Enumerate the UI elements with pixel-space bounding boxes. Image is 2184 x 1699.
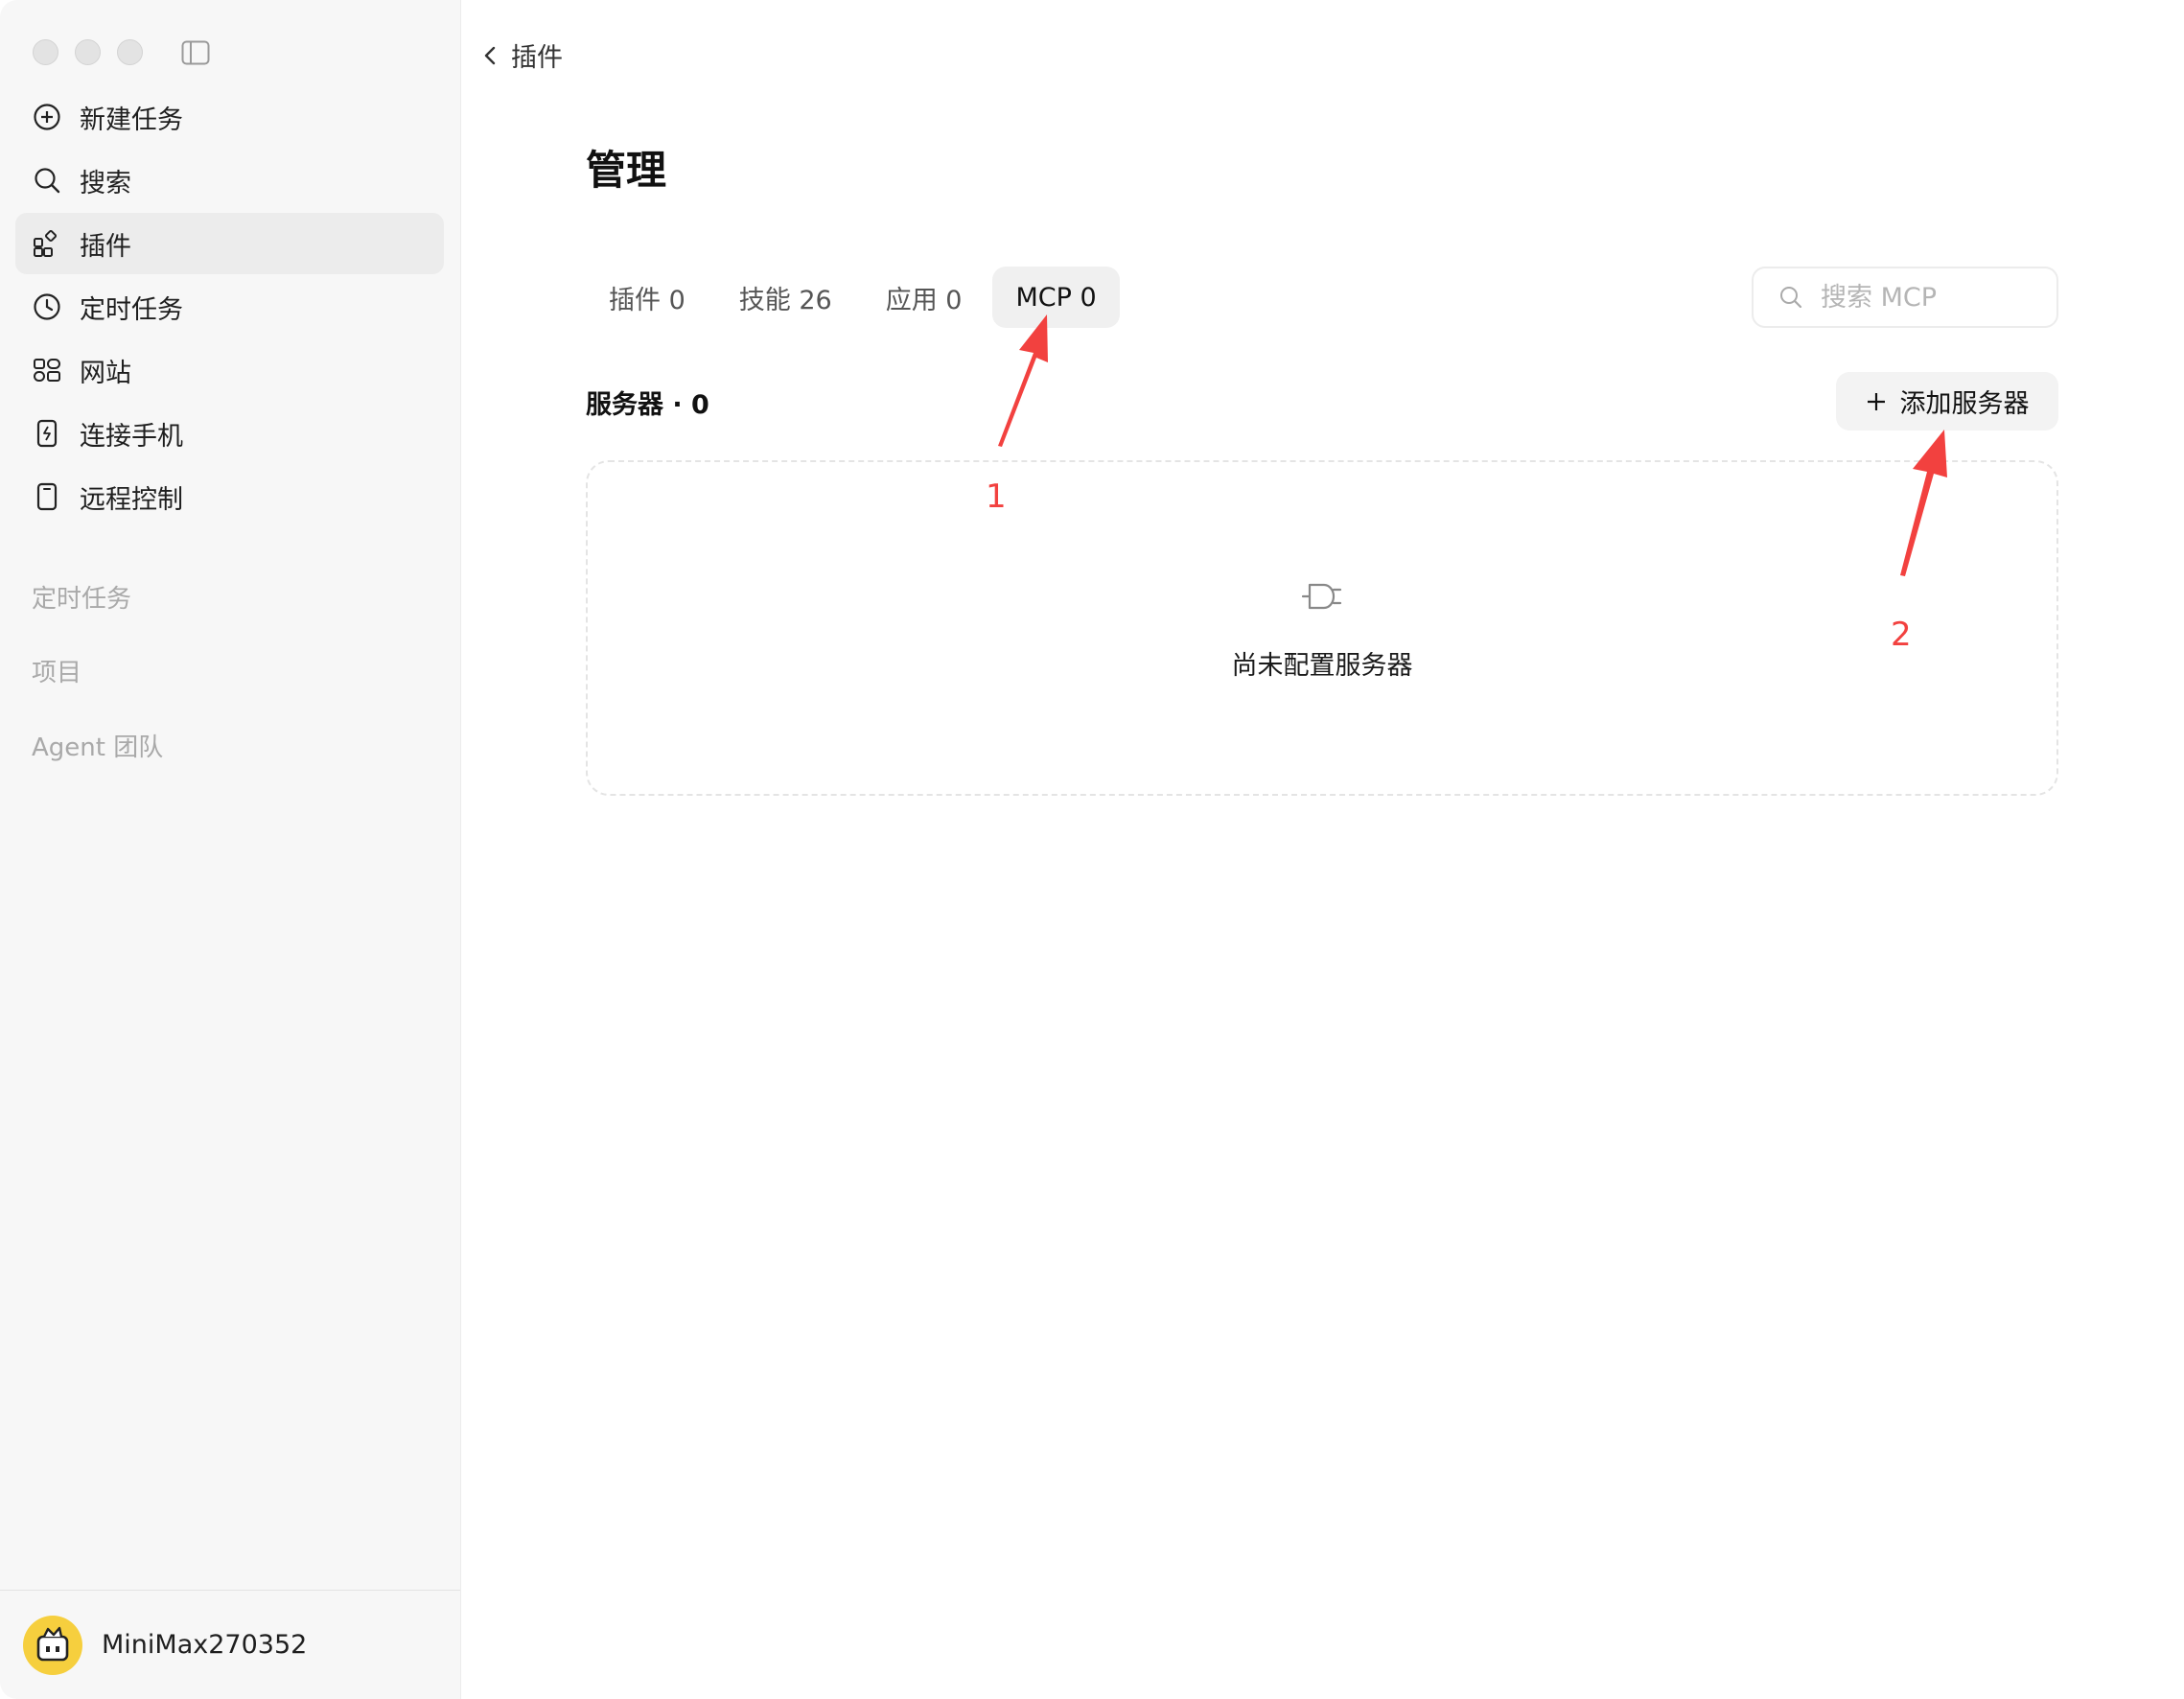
add-server-label: 添加服务器 <box>1899 389 2030 419</box>
search-icon <box>1780 287 1802 309</box>
sidebar-item-website[interactable]: 网站 <box>15 339 444 401</box>
sidebar-item-remote-control[interactable]: 远程控制 <box>15 466 444 527</box>
annotation-label-1: 1 <box>986 477 1007 516</box>
sidebar-item-label: 定时任务 <box>80 294 183 325</box>
sidebar-item-new-task[interactable]: 新建任务 <box>15 86 444 148</box>
sidebar-item-plugins[interactable]: 插件 <box>15 213 444 274</box>
tab-bar: 插件 0 技能 26 应用 0 MCP 0 <box>586 267 1120 328</box>
sidebar-item-label: 搜索 <box>80 168 131 198</box>
back-label: 插件 <box>511 43 563 73</box>
tab-skills[interactable]: 技能 26 <box>716 267 855 328</box>
sidebar-item-scheduled-tasks[interactable]: 定时任务 <box>15 276 444 337</box>
phone-connect-icon <box>32 418 62 449</box>
plus-icon <box>1867 392 1885 410</box>
plus-circle-icon <box>32 102 62 132</box>
search-mcp-input[interactable] <box>1819 281 2043 314</box>
sidebar-section-scheduled[interactable]: 定时任务 <box>32 579 131 615</box>
annotation-label-2: 2 <box>1891 616 1912 654</box>
sidebar-nav: 新建任务 搜索 插件 定时任务 网站 连接手机 远程控制 <box>15 86 444 529</box>
sidebar-item-label: 插件 <box>80 231 131 262</box>
app-window: 新建任务 搜索 插件 定时任务 网站 连接手机 远程控制 定时任务 项目 Age… <box>0 0 2184 1699</box>
website-grid-icon <box>32 355 62 385</box>
servers-empty-state: 尚未配置服务器 <box>586 460 2058 796</box>
tab-plugins[interactable]: 插件 0 <box>586 267 709 328</box>
sidebar-item-label: 远程控制 <box>80 484 183 515</box>
empty-state-text: 尚未配置服务器 <box>1231 651 1413 681</box>
plug-icon <box>1301 583 1342 610</box>
plugins-grid-icon <box>32 228 62 259</box>
chevron-left-icon <box>484 46 496 64</box>
tab-mcp[interactable]: MCP 0 <box>992 267 1120 328</box>
add-server-button[interactable]: 添加服务器 <box>1836 372 2058 431</box>
server-count-heading: 服务器 · 0 <box>586 390 709 420</box>
sidebar-item-search[interactable]: 搜索 <box>15 150 444 211</box>
minimize-window-button[interactable] <box>75 39 101 65</box>
close-window-button[interactable] <box>33 39 58 65</box>
bot-avatar-icon <box>23 1615 82 1675</box>
user-name: MiniMax270352 <box>102 1630 308 1660</box>
sidebar-toggle-icon[interactable] <box>181 40 210 65</box>
user-profile[interactable]: MiniMax270352 <box>0 1590 460 1699</box>
tab-apps[interactable]: 应用 0 <box>863 267 986 328</box>
sidebar-section-projects[interactable]: 项目 <box>32 653 81 688</box>
annotation-arrow-1 <box>998 314 1048 447</box>
maximize-window-button[interactable] <box>117 39 143 65</box>
remote-device-icon <box>32 481 62 512</box>
clock-icon <box>32 291 62 322</box>
sidebar-item-label: 新建任务 <box>80 105 183 135</box>
sidebar-section-agent-team[interactable]: Agent 团队 <box>32 728 163 763</box>
sidebar-item-connect-phone[interactable]: 连接手机 <box>15 403 444 464</box>
window-controls <box>33 39 143 65</box>
back-button[interactable]: 插件 <box>482 36 563 74</box>
sidebar-item-label: 网站 <box>80 358 131 388</box>
sidebar-item-label: 连接手机 <box>80 421 183 452</box>
sidebar: 新建任务 搜索 插件 定时任务 网站 连接手机 远程控制 定时任务 项目 Age… <box>0 0 461 1699</box>
page-title: 管理 <box>586 147 667 194</box>
search-mcp-box[interactable] <box>1752 267 2058 328</box>
search-icon <box>32 165 62 196</box>
